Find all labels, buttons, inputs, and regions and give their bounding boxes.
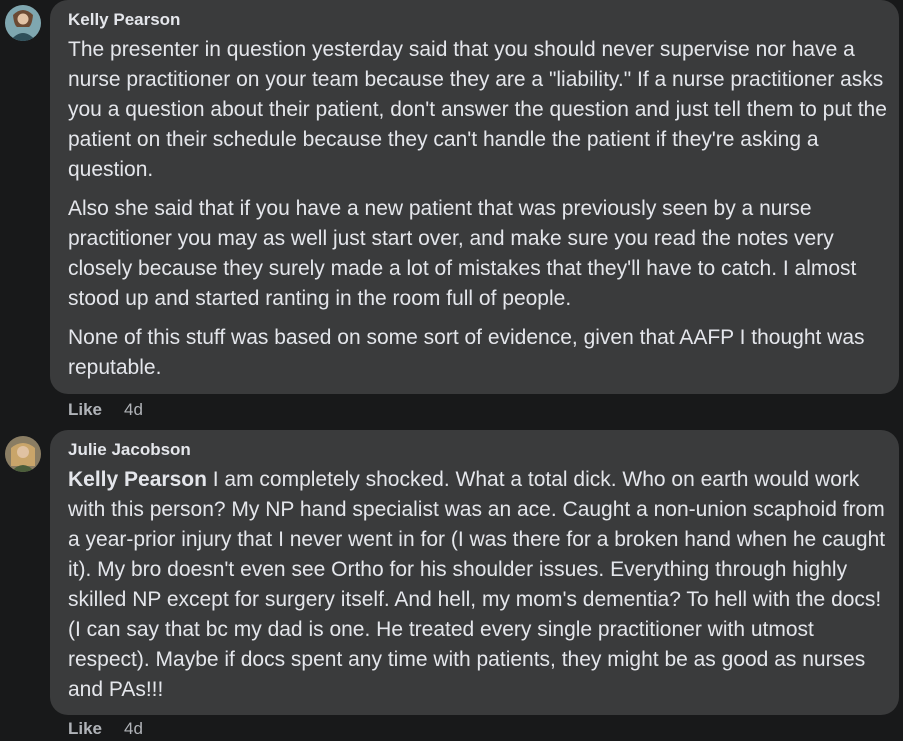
comment-actions: Like 4d [68, 399, 143, 421]
comment-bubble: Julie Jacobson Kelly Pearson I am comple… [50, 430, 899, 715]
comment-paragraph: The presenter in question yesterday said… [68, 38, 887, 181]
comment-paragraph: None of this stuff was based on some sor… [68, 326, 865, 379]
comment-timestamp[interactable]: 4d [124, 400, 143, 419]
like-button[interactable]: Like [68, 400, 102, 419]
avatar[interactable] [5, 436, 41, 472]
comment-paragraph: Also she said that if you have a new pat… [68, 197, 857, 310]
comment-actions: Like 4d [68, 718, 143, 740]
like-button[interactable]: Like [68, 719, 102, 738]
avatar[interactable] [5, 5, 41, 41]
comment-author[interactable]: Kelly Pearson [68, 9, 887, 31]
mention-link[interactable]: Kelly Pearson [68, 468, 207, 491]
comment-author[interactable]: Julie Jacobson [68, 439, 887, 461]
comment-paragraph: Kelly Pearson I am completely shocked. W… [68, 465, 887, 705]
comment-text: I am completely shocked. What a total di… [68, 468, 886, 701]
comment-bubble: Kelly Pearson The presenter in question … [50, 0, 899, 394]
comment-timestamp[interactable]: 4d [124, 719, 143, 738]
